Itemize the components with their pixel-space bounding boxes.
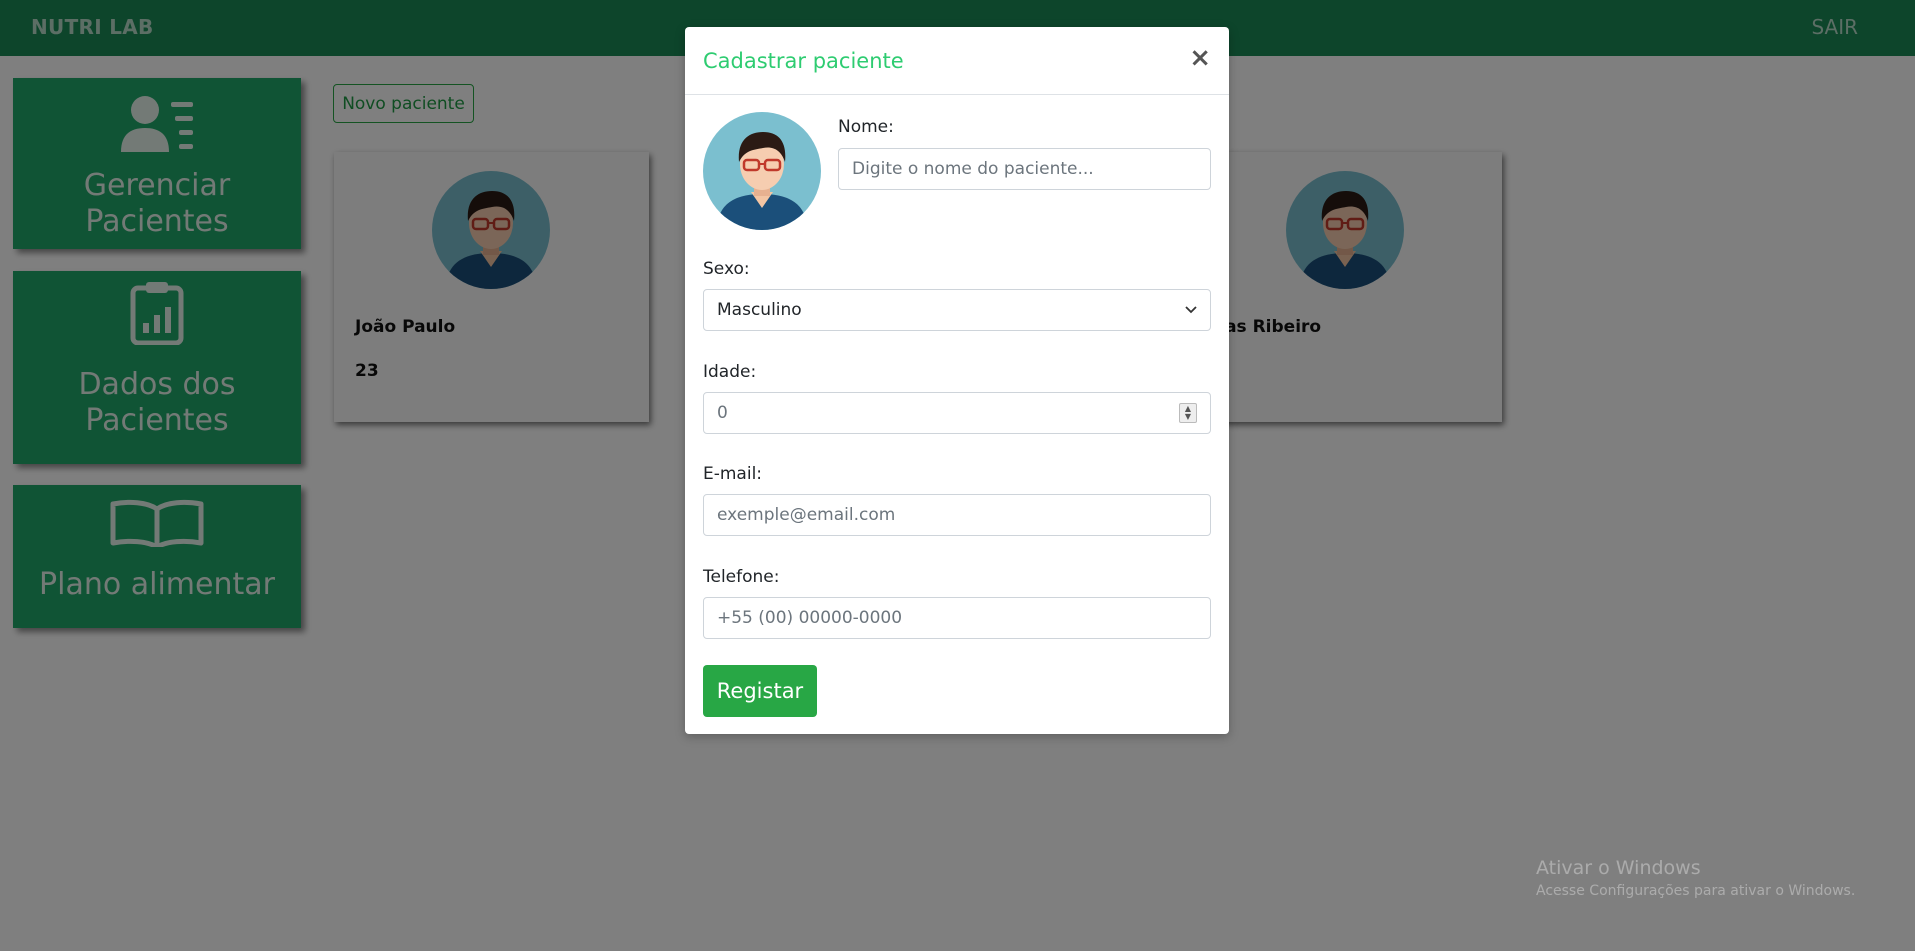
watermark-subtitle: Acesse Configurações para ativar o Windo…: [1536, 883, 1856, 899]
windows-activation-watermark: Ativar o Windows Acesse Configurações pa…: [1536, 857, 1855, 899]
modal-header: Cadastrar paciente ×: [685, 27, 1229, 95]
chevron-down-icon: [1185, 306, 1197, 314]
register-button[interactable]: Registar: [703, 665, 817, 717]
email-label: E-mail:: [703, 464, 763, 484]
age-input[interactable]: 0 ▲ ▼: [703, 392, 1211, 434]
name-label: Nome:: [838, 117, 894, 137]
register-patient-modal: Cadastrar paciente × Nome: Sexo: Masculi…: [685, 27, 1229, 734]
sex-label: Sexo:: [703, 259, 750, 279]
age-input-value: 0: [717, 403, 728, 423]
phone-field[interactable]: [703, 597, 1211, 639]
number-spinner-icon[interactable]: ▲ ▼: [1179, 403, 1197, 423]
email-field[interactable]: [703, 494, 1211, 536]
avatar: [703, 112, 821, 230]
modal-title: Cadastrar paciente: [703, 49, 904, 73]
close-button[interactable]: ×: [1189, 45, 1211, 71]
sex-select[interactable]: Masculino: [703, 289, 1211, 331]
sex-select-value: Masculino: [717, 300, 802, 320]
name-input[interactable]: [838, 148, 1211, 190]
phone-label: Telefone:: [703, 567, 780, 587]
age-label: Idade:: [703, 362, 757, 382]
watermark-title: Ativar o Windows: [1536, 857, 1701, 879]
